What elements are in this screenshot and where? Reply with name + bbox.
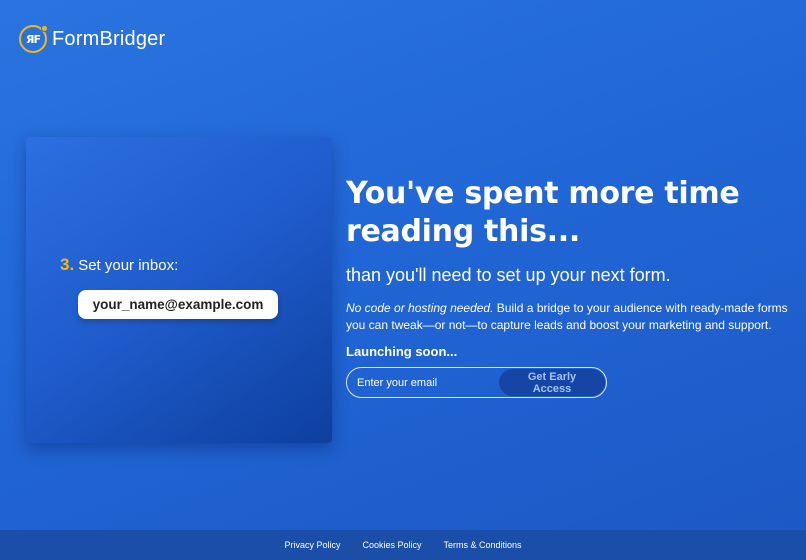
step-number: 3. bbox=[60, 255, 75, 274]
hero-headline: You've spent more time reading this... bbox=[346, 175, 796, 251]
inbox-example-pill: your_name@example.com bbox=[78, 290, 278, 319]
logo-dot bbox=[41, 25, 48, 32]
logo-icon: ЯF bbox=[19, 25, 48, 53]
headline-line-1: You've spent more time bbox=[346, 176, 740, 211]
get-early-access-button[interactable]: Get Early Access bbox=[499, 369, 605, 396]
hero-description: No code or hosting needed. Build a bridg… bbox=[346, 300, 791, 334]
privacy-policy-link[interactable]: Privacy Policy bbox=[284, 540, 340, 550]
cookies-policy-link[interactable]: Cookies Policy bbox=[362, 540, 421, 550]
launching-soon-label: Launching soon... bbox=[346, 344, 458, 359]
step-label: Set your inbox: bbox=[78, 257, 179, 274]
hero-subhead: than you'll need to set up your next for… bbox=[346, 265, 671, 285]
email-input[interactable] bbox=[347, 368, 499, 397]
setup-step-card: 3. Set your inbox: your_name@example.com bbox=[26, 137, 332, 443]
footer: Privacy Policy Cookies Policy Terms & Co… bbox=[0, 530, 806, 560]
step-heading: 3. Set your inbox: bbox=[60, 255, 178, 275]
desc-italic: No code or hosting needed. bbox=[346, 301, 494, 315]
brand-name: FormBridger bbox=[52, 27, 166, 50]
hero-section: You've spent more time reading this... t… bbox=[346, 175, 796, 359]
headline-line-2: reading this... bbox=[346, 214, 580, 249]
brand-logo[interactable]: ЯF FormBridger bbox=[19, 25, 165, 53]
terms-conditions-link[interactable]: Terms & Conditions bbox=[444, 540, 522, 550]
early-access-form: Get Early Access bbox=[346, 367, 607, 398]
logo-letters: ЯF bbox=[26, 32, 41, 46]
